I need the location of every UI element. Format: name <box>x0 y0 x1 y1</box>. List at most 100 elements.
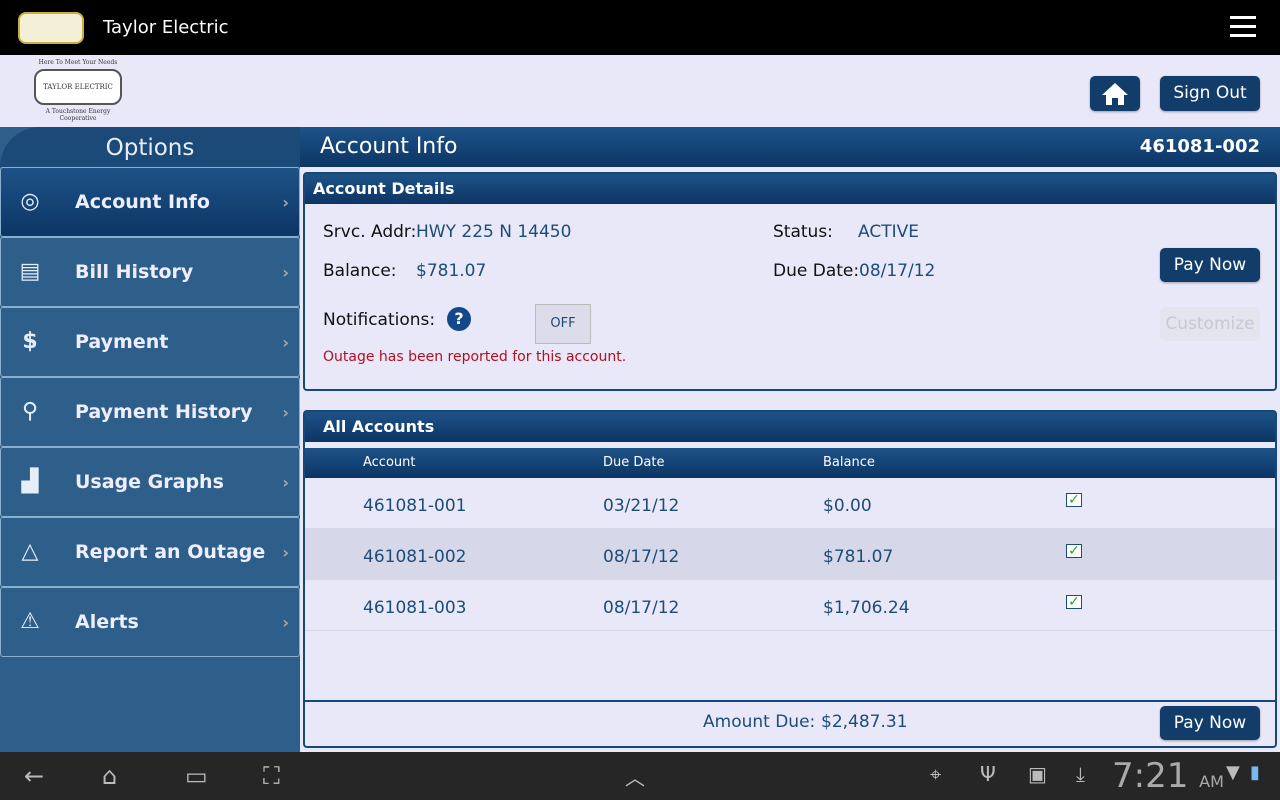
signal-icon: ▼ <box>1226 762 1240 783</box>
sidebar-item-account-info[interactable]: ◎ Account Info › <box>0 167 300 237</box>
usb-icon: Ψ <box>980 762 996 786</box>
customize-button[interactable]: Customize <box>1160 307 1260 341</box>
table-row[interactable]: 461081-002 08/17/12 $781.07 ✓ <box>305 529 1275 580</box>
balance: $781.07 <box>823 547 894 567</box>
chart-icon: ▟ <box>21 469 39 494</box>
amount-due-label: Amount Due: <box>703 712 816 732</box>
main-content: Account Info 461081-002 Account Details … <box>300 127 1280 752</box>
search-money-icon: ⚲ <box>21 399 39 424</box>
all-accounts-panel: All Accounts Account Due Date Balance 46… <box>303 410 1277 748</box>
sidebar-item-payment-history[interactable]: ⚲ Payment History › <box>0 377 300 447</box>
clock-ampm: AM <box>1199 772 1224 791</box>
notifications-label: Notifications: <box>323 310 436 330</box>
home-icon <box>1102 83 1128 105</box>
panel-title: All Accounts <box>305 412 1275 442</box>
sidebar-item-alerts[interactable]: ⚠ Alerts › <box>0 587 300 657</box>
clock: 7:21 AM <box>1112 756 1224 796</box>
user-icon: ◎ <box>20 189 40 214</box>
header: Here To Meet Your Needs TAYLOR ELECTRIC … <box>0 55 1280 127</box>
account-number: 461081-003 <box>363 598 467 618</box>
due-date: 08/17/12 <box>603 547 680 567</box>
chevron-right-icon: › <box>282 402 289 422</box>
account-number: 461081-002 <box>363 547 467 567</box>
sidebar-item-label: Payment <box>75 331 169 353</box>
sidebar-item-label: Alerts <box>75 611 139 633</box>
checkbox-checked[interactable]: ✓ <box>1066 493 1082 507</box>
sidebar-item-label: Usage Graphs <box>75 471 224 493</box>
home-nav-icon[interactable]: ⌂ <box>102 762 117 790</box>
sidebar-title: Options <box>0 127 300 167</box>
outage-message: Outage has been reported for this accoun… <box>323 349 627 365</box>
column-header-account: Account <box>363 455 416 470</box>
back-icon[interactable]: ← <box>24 762 44 790</box>
account-details-panel: Account Details Srvc. Addr: HWY 225 N 14… <box>303 172 1277 391</box>
logo-name: TAYLOR ELECTRIC <box>34 69 122 105</box>
sidebar-item-usage-graphs[interactable]: ▟ Usage Graphs › <box>0 447 300 517</box>
chevron-up-icon[interactable]: ︿ <box>625 762 645 791</box>
balance: $1,706.24 <box>823 598 910 618</box>
app-bar: Taylor Electric <box>0 0 1280 55</box>
table-header: Account Due Date Balance <box>305 448 1275 478</box>
table-footer: Amount Due: $2,487.31 Pay Now <box>305 700 1275 746</box>
chevron-right-icon: › <box>282 612 289 632</box>
chevron-right-icon: › <box>282 472 289 492</box>
sidebar-item-report-outage[interactable]: △ Report an Outage › <box>0 517 300 587</box>
chevron-right-icon: › <box>282 192 289 212</box>
alert-icon: ⚠ <box>20 609 40 634</box>
chevron-right-icon: › <box>282 332 289 352</box>
current-account-number: 461081-002 <box>1139 136 1260 157</box>
due-date-label: Due Date: <box>773 261 860 281</box>
battery-icon: ▮ <box>1250 762 1260 783</box>
table-row[interactable]: 461081-001 03/21/12 $0.00 ✓ <box>305 478 1275 529</box>
lightning-warning-icon: △ <box>21 539 39 564</box>
account-number: 461081-001 <box>363 496 467 516</box>
table-row[interactable]: 461081-003 08/17/12 $1,706.24 ✓ <box>305 580 1275 631</box>
service-address-label: Srvc. Addr: <box>323 222 417 242</box>
download-icon: ⤓ <box>1076 762 1085 786</box>
sidebar-item-label: Payment History <box>75 401 253 423</box>
menu-icon[interactable] <box>1230 16 1256 38</box>
bill-icon: ▤ <box>19 259 41 284</box>
checkbox-checked[interactable]: ✓ <box>1066 595 1082 609</box>
sidebar-item-bill-history[interactable]: ▤ Bill History › <box>0 237 300 307</box>
service-address-value: HWY 225 N 14450 <box>416 222 572 242</box>
company-logo: Here To Meet Your Needs TAYLOR ELECTRIC … <box>30 59 126 122</box>
logo-tagline: Here To Meet Your Needs <box>38 59 118 66</box>
chevron-right-icon: › <box>282 262 289 282</box>
home-button[interactable] <box>1090 76 1140 111</box>
due-date: 03/21/12 <box>603 496 680 516</box>
sidebar-item-payment[interactable]: $ Payment › <box>0 307 300 377</box>
status-value: ACTIVE <box>858 222 919 242</box>
pay-now-all-button[interactable]: Pay Now <box>1160 706 1260 740</box>
sidebar-item-label: Account Info <box>75 191 210 213</box>
balance-label: Balance: <box>323 261 397 281</box>
pay-now-button[interactable]: Pay Now <box>1160 248 1260 282</box>
balance-value: $781.07 <box>416 261 487 281</box>
notifications-toggle[interactable]: OFF <box>535 304 591 344</box>
app-title: Taylor Electric <box>103 17 229 38</box>
help-icon[interactable]: ? <box>447 307 471 331</box>
due-date-value: 08/17/12 <box>859 261 936 281</box>
sidebar-item-label: Bill History <box>75 261 194 283</box>
recent-apps-icon[interactable]: ▭ <box>185 762 208 790</box>
amount-due-value: $2,487.31 <box>821 712 908 732</box>
system-bar: ← ⌂ ▭ ⛶ ︿ ⌖ Ψ ▣ ⤓ 7:21 AM ▼ ▮ <box>0 752 1280 800</box>
column-header-due-date: Due Date <box>603 455 665 470</box>
page-title: Account Info <box>320 134 458 159</box>
screenshot-icon[interactable]: ⛶ <box>263 762 280 790</box>
checkbox-checked[interactable]: ✓ <box>1066 544 1082 558</box>
chevron-right-icon: › <box>282 542 289 562</box>
dollar-icon: $ <box>22 329 38 354</box>
clock-time: 7:21 <box>1112 756 1189 796</box>
panel-title: Account Details <box>305 174 1275 204</box>
status-label: Status: <box>773 222 833 242</box>
column-header-balance: Balance <box>823 455 875 470</box>
page-title-bar: Account Info 461081-002 <box>300 127 1280 167</box>
sign-out-button[interactable]: Sign Out <box>1160 76 1260 111</box>
gps-icon: ⌖ <box>930 762 942 786</box>
android-icon: ▣ <box>1028 762 1047 786</box>
balance: $0.00 <box>823 496 872 516</box>
app-logo <box>18 12 84 44</box>
sidebar-item-label: Report an Outage <box>75 541 266 563</box>
sidebar: Options ◎ Account Info › ▤ Bill History › $ P… <box>0 127 300 752</box>
